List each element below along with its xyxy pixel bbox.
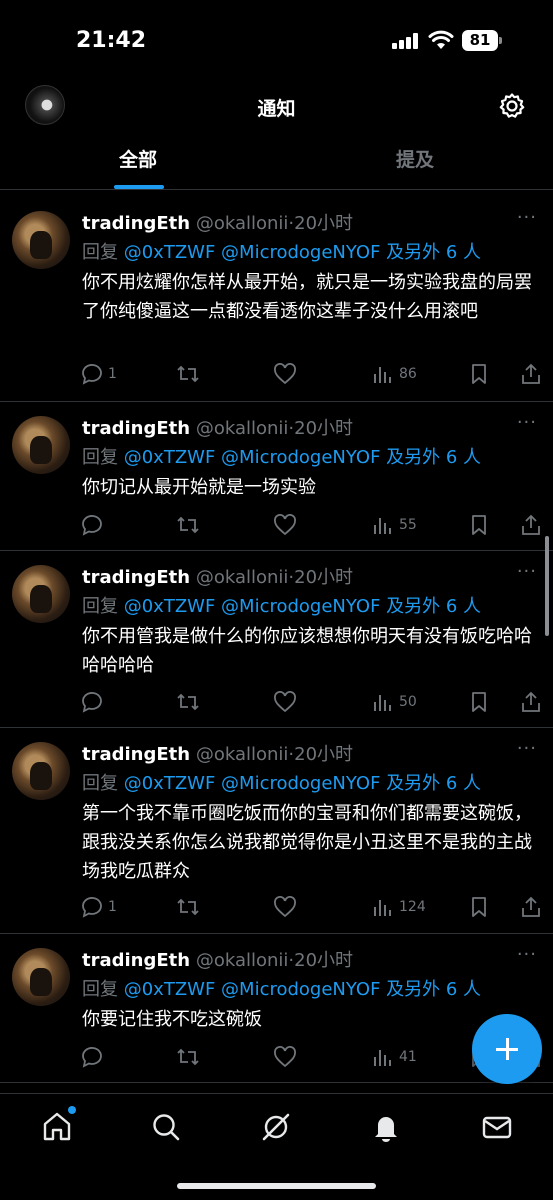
author-handle[interactable]: @okallonii xyxy=(196,950,289,971)
tab-all[interactable]: 全部 xyxy=(0,132,276,190)
reply-mentions[interactable]: @0xTZWF @MicrodogeNYOF xyxy=(124,242,381,263)
tweet-header: tradingEth @okallonii·20小时 xyxy=(82,744,354,765)
more-options-icon[interactable]: ··· xyxy=(517,207,537,228)
home-indicator[interactable] xyxy=(177,1183,376,1189)
reply-others[interactable]: 及另外 6 人 xyxy=(386,773,481,794)
tweet-text: 第一个我不靠币圈吃饭而你的宝哥和你们都需要这碗饭，跟我没关系你怎么说我都觉得你是… xyxy=(82,803,532,882)
more-options-icon[interactable]: ··· xyxy=(517,944,537,965)
reply-mentions[interactable]: @0xTZWF @MicrodogeNYOF xyxy=(124,773,381,794)
author-handle[interactable]: @okallonii xyxy=(196,418,289,439)
author-name[interactable]: tradingEth xyxy=(82,567,190,588)
tweet-header: tradingEth @okallonii·20小时 xyxy=(82,950,354,971)
reply-count: 1 xyxy=(108,899,117,915)
compose-plus-button[interactable] xyxy=(472,1014,542,1084)
reply-others[interactable]: 及另外 6 人 xyxy=(386,596,481,617)
battery-level: 81 xyxy=(462,30,498,51)
tweet-actions: 55 xyxy=(80,512,550,538)
tweet[interactable]: tradingEth @okallonii·20小时 ··· 回复 @0xTZW… xyxy=(0,728,553,934)
author-handle[interactable]: @okallonii xyxy=(196,744,289,765)
author-avatar[interactable] xyxy=(12,742,70,800)
home-icon[interactable] xyxy=(40,1106,76,1144)
views-count: 41 xyxy=(399,1049,417,1065)
search-icon[interactable] xyxy=(149,1110,183,1144)
reply-context: 回复 @0xTZWF @MicrodogeNYOF 及另外 6 人 xyxy=(82,238,481,264)
tweet-header: tradingEth @okallonii·20小时 xyxy=(82,213,354,234)
more-options-icon[interactable]: ··· xyxy=(517,561,537,582)
tweet-time: 20小时 xyxy=(294,567,354,588)
tweet[interactable]: tradingEth @okallonii·20小时 ··· 回复 @0xTZW… xyxy=(0,934,553,1083)
tweet-text: 你不用炫耀你怎样从最开始，就只是一场实验我盘的局罢了你纯傻逼这一点都没看透你这辈… xyxy=(82,272,532,322)
reply-others[interactable]: 及另外 6 人 xyxy=(386,242,481,263)
tweet-text: 你切记从最开始就是一场实验 xyxy=(82,477,316,498)
author-avatar[interactable] xyxy=(12,948,70,1006)
tweet-text: 你不用管我是做什么的你应该想想你明天有没有饭吃哈哈哈哈哈哈 xyxy=(82,626,532,676)
reply-label: 回复 xyxy=(82,773,118,794)
status-bar: 21:42 81 xyxy=(0,0,553,80)
views-count: 55 xyxy=(399,517,417,533)
author-avatar[interactable] xyxy=(12,416,70,474)
reply-context: 回复 @0xTZWF @MicrodogeNYOF 及另外 6 人 xyxy=(82,769,481,795)
reply-others[interactable]: 及另外 6 人 xyxy=(386,979,481,1000)
tweet[interactable]: tradingEth @okallonii·20小时 ··· 回复 @0xTZW… xyxy=(0,551,553,728)
messages-icon[interactable] xyxy=(480,1110,514,1144)
tweet-text: 你要记住我不吃这碗饭 xyxy=(82,1009,262,1030)
tweet-time: 20小时 xyxy=(294,744,354,765)
reply-label: 回复 xyxy=(82,596,118,617)
reply-count: 1 xyxy=(108,366,117,382)
tweet-time: 20小时 xyxy=(294,213,354,234)
tweet[interactable]: tradingEth @okallonii·20小时 ··· 回复 @0xTZW… xyxy=(0,197,553,402)
views-count: 124 xyxy=(399,899,426,915)
signal-icon xyxy=(392,33,420,49)
views-count: 86 xyxy=(399,366,417,382)
tweet[interactable]: tradingEth @okallonii·20小时 ··· 回复 @0xTZW… xyxy=(0,402,553,551)
page-title: 通知 xyxy=(257,98,296,120)
author-handle[interactable]: @okallonii xyxy=(196,567,289,588)
tweet-header: tradingEth @okallonii·20小时 xyxy=(82,418,354,439)
settings-gear-icon[interactable] xyxy=(498,92,526,120)
author-name[interactable]: tradingEth xyxy=(82,744,190,765)
author-avatar[interactable] xyxy=(12,565,70,623)
unread-dot xyxy=(68,1106,76,1114)
status-time: 21:42 xyxy=(76,28,147,53)
notification-tabs: 全部 提及 xyxy=(0,132,553,190)
notification-feed: tradingEth @okallonii·20小时 ··· 回复 @0xTZW… xyxy=(0,197,553,1090)
reply-context: 回复 @0xTZWF @MicrodogeNYOF 及另外 6 人 xyxy=(82,443,481,469)
reply-label: 回复 xyxy=(82,979,118,1000)
more-options-icon[interactable]: ··· xyxy=(517,738,537,759)
tweet-actions: 1 86 xyxy=(80,361,550,387)
tab-mentions[interactable]: 提及 xyxy=(277,132,553,190)
tweet-actions: 1 124 xyxy=(80,894,550,920)
reply-mentions[interactable]: @0xTZWF @MicrodogeNYOF xyxy=(124,979,381,1000)
reply-context: 回复 @0xTZWF @MicrodogeNYOF 及另外 6 人 xyxy=(82,975,481,1001)
reply-label: 回复 xyxy=(82,242,118,263)
author-avatar[interactable] xyxy=(12,211,70,269)
reply-mentions[interactable]: @0xTZWF @MicrodogeNYOF xyxy=(124,447,381,468)
reply-label: 回复 xyxy=(82,447,118,468)
wifi-icon xyxy=(428,30,454,50)
reply-mentions[interactable]: @0xTZWF @MicrodogeNYOF xyxy=(124,596,381,617)
scrollbar[interactable] xyxy=(545,536,549,636)
grok-icon[interactable] xyxy=(259,1110,293,1144)
author-name[interactable]: tradingEth xyxy=(82,950,190,971)
battery-icon: 81 xyxy=(462,30,502,51)
more-options-icon[interactable]: ··· xyxy=(517,412,537,433)
author-handle[interactable]: @okallonii xyxy=(196,213,289,234)
tweet-time: 20小时 xyxy=(294,950,354,971)
tweet-header: tradingEth @okallonii·20小时 xyxy=(82,567,354,588)
notifications-icon[interactable] xyxy=(369,1110,403,1144)
reply-others[interactable]: 及另外 6 人 xyxy=(386,447,481,468)
author-name[interactable]: tradingEth xyxy=(82,418,190,439)
tweet-time: 20小时 xyxy=(294,418,354,439)
views-count: 50 xyxy=(399,694,417,710)
author-name[interactable]: tradingEth xyxy=(82,213,190,234)
tweet-actions: 50 xyxy=(80,689,550,715)
active-tab-indicator xyxy=(114,185,164,189)
reply-context: 回复 @0xTZWF @MicrodogeNYOF 及另外 6 人 xyxy=(82,592,481,618)
top-bar: 通知 xyxy=(0,80,553,132)
